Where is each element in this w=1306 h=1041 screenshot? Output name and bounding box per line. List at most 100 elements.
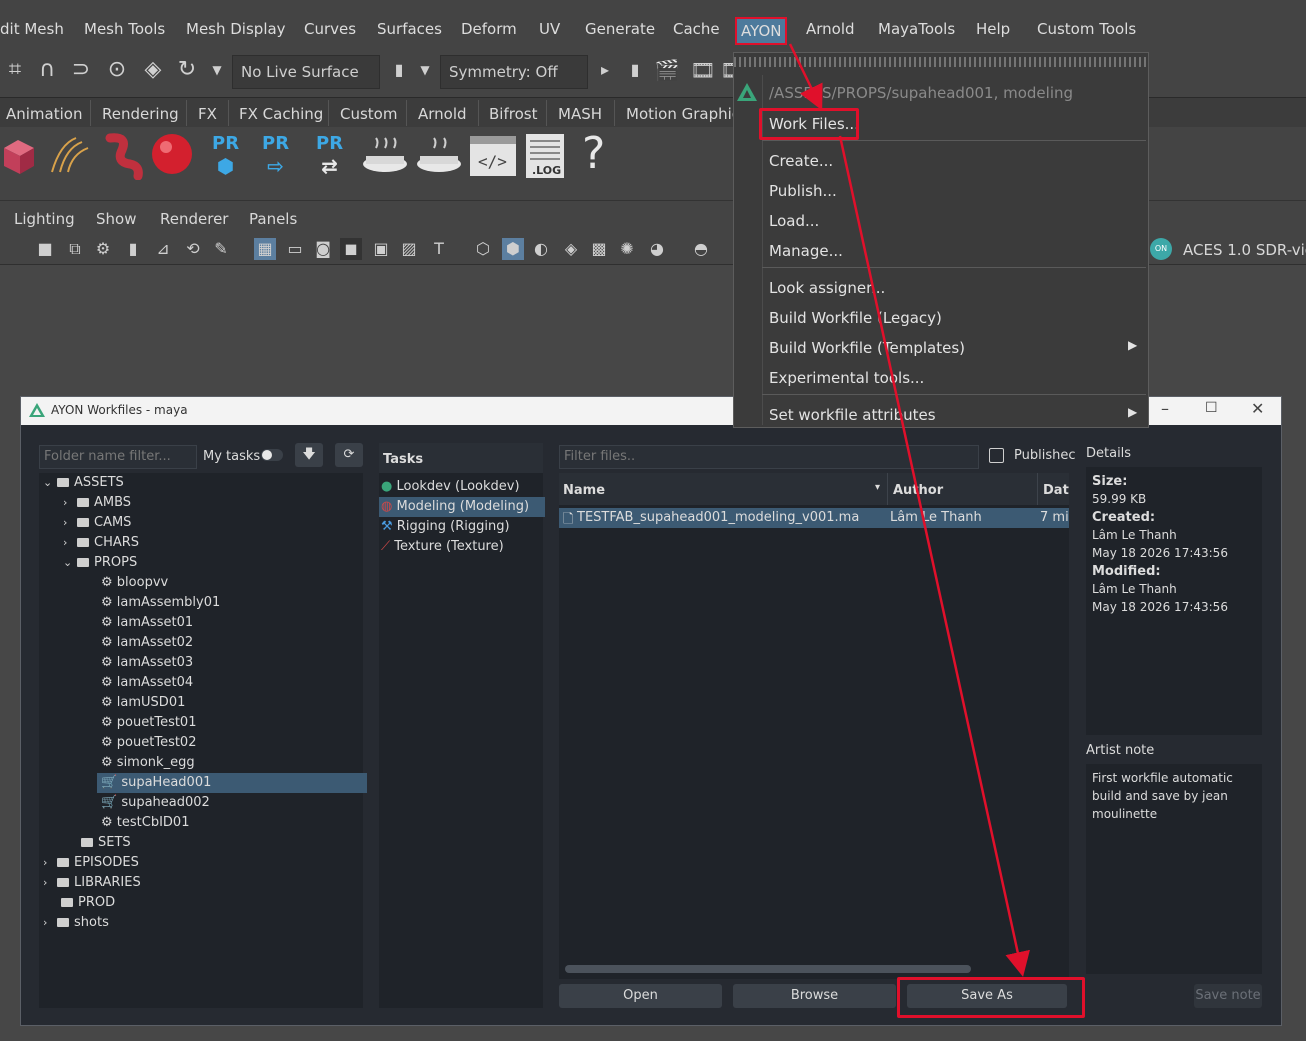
folder-tree[interactable]: ⌄ ASSETS › AMBS › CAMS › CHARS ⌄ PROPS ⚙ bloo… — [39, 473, 367, 1008]
menu-arnold[interactable]: Arnold — [806, 20, 855, 38]
panel-menu-panels[interactable]: Panels — [249, 210, 297, 228]
script-editor-icon[interactable]: </> — [468, 134, 518, 178]
menu-item-build-workfile-legacy[interactable]: Build Workfile (Legacy) — [769, 309, 942, 327]
menu-item-load[interactable]: Load... — [769, 212, 819, 230]
tree-item-asset[interactable]: ⚙ lamAsset01 — [101, 613, 193, 633]
live-surface-field[interactable]: No Live Surface — [232, 55, 380, 89]
save-note-button[interactable]: Save note — [1194, 984, 1262, 1008]
tree-item-episodes[interactable]: › EPISODES — [43, 853, 139, 873]
snake-shelf-icon[interactable] — [100, 132, 146, 180]
lights-icon[interactable]: ✺ — [616, 238, 638, 260]
render-view-icon[interactable]: 🎬 — [654, 57, 680, 83]
pr-export-icon[interactable]: PR ⇨ — [262, 133, 289, 178]
cube-shelf-icon[interactable] — [0, 134, 40, 178]
menu-item-experimental-tools[interactable]: Experimental tools... — [769, 369, 924, 387]
menu-item-set-workfile-attributes[interactable]: Set workfile attributes — [769, 406, 936, 424]
tree-item-asset[interactable]: ⚙ pouetTest01 — [101, 713, 196, 733]
shelf-tab-arnold[interactable]: Arnold — [418, 105, 467, 123]
color-space-label[interactable]: ACES 1.0 SDR-vid — [1183, 241, 1306, 259]
chevron-down-icon[interactable]: ⌄ — [43, 473, 57, 493]
folder-filter-input[interactable]: Folder name filter... — [39, 445, 197, 469]
tree-item-asset[interactable]: 🛒 supahead002 — [101, 793, 210, 813]
settings-gear-icon[interactable]: ⚙ — [92, 238, 114, 260]
field-chart-icon[interactable]: ▣ — [370, 238, 392, 260]
tree-item-cams[interactable]: › CAMS — [63, 513, 131, 533]
shelf-tab-animation[interactable]: Animation — [6, 105, 82, 123]
close-icon[interactable]: ✕ — [1251, 399, 1264, 418]
bookmark-icon[interactable]: ▮ — [122, 238, 144, 260]
wireframe-on-shaded-icon[interactable]: ◐ — [530, 238, 552, 260]
menu-item-build-workfile-templates[interactable]: Build Workfile (Templates) — [769, 339, 965, 357]
shelf-tab-mash[interactable]: MASH — [558, 105, 602, 123]
textured-icon[interactable]: ◈ — [560, 238, 582, 260]
snap-view-icon[interactable]: ⊙ — [104, 57, 130, 83]
menu-mesh-display[interactable]: Mesh Display — [186, 20, 286, 38]
bake-pie-alt-icon[interactable] — [414, 136, 464, 178]
menu-item-look-assigner[interactable]: Look assigner... — [769, 279, 885, 297]
tree-item-chars[interactable]: › CHARS — [63, 533, 139, 553]
sphere-shelf-icon[interactable] — [148, 132, 198, 180]
menu-edit-mesh[interactable]: dit Mesh — [0, 20, 64, 38]
shelf-tab-motion-graphics[interactable]: Motion Graphic — [626, 105, 740, 123]
camera-attributes-icon[interactable]: ⧉ — [64, 238, 86, 260]
my-tasks-toggle[interactable] — [261, 449, 283, 461]
tear-off-handle[interactable] — [734, 57, 1148, 67]
chevron-right-icon[interactable]: › — [63, 493, 77, 513]
browse-button[interactable]: Browse — [733, 984, 896, 1008]
symmetry-field[interactable]: Symmetry: Off — [440, 55, 588, 89]
chevron-down-icon[interactable]: ⌄ — [63, 553, 77, 573]
chevron-down-icon[interactable]: ▼ — [204, 57, 230, 83]
text-icon[interactable]: T — [428, 238, 450, 260]
artist-note-textarea[interactable]: First workfile automatic build and save … — [1086, 764, 1262, 974]
chevron-right-icon[interactable]: › — [43, 853, 57, 873]
tree-item-ambs[interactable]: › AMBS — [63, 493, 131, 513]
snap-grid-icon[interactable]: ⌗ — [2, 57, 28, 83]
tree-item-asset[interactable]: ⚙ testCbID01 — [101, 813, 189, 833]
tree-item-asset[interactable]: ⚙ pouetTest02 — [101, 733, 196, 753]
task-item-lookdev[interactable]: ● Lookdev (Lookdev) — [381, 477, 520, 497]
horizontal-scrollbar[interactable] — [565, 965, 971, 973]
tree-item-asset[interactable]: ⚙ bloopvv — [101, 573, 168, 593]
film-gate-icon[interactable]: ▭ — [284, 238, 306, 260]
shelf-tab-bifrost[interactable]: Bifrost — [489, 105, 537, 123]
shelf-tab-fx-caching[interactable]: FX Caching — [239, 105, 323, 123]
column-header-author[interactable]: Author — [893, 483, 943, 498]
tree-item-asset[interactable]: ⚙ lamUSD01 — [101, 693, 185, 713]
menu-item-create[interactable]: Create... — [769, 152, 833, 170]
panel-menu-lighting[interactable]: Lighting — [14, 210, 75, 228]
menu-surfaces[interactable]: Surfaces — [377, 20, 442, 38]
menu-deform[interactable]: Deform — [461, 20, 517, 38]
arrow-down-button[interactable]: 🡇 — [295, 443, 323, 467]
file-row-selected[interactable]: 🗋 TESTFAB_supahead001_modeling_v001.ma L… — [559, 508, 1069, 528]
menu-curves[interactable]: Curves — [304, 20, 356, 38]
tree-item-asset[interactable]: ⚙ simonk_egg — [101, 753, 195, 773]
tree-item-asset[interactable]: ⚙ lamAsset04 — [101, 673, 193, 693]
tree-item-prod[interactable]: PROD — [61, 893, 115, 913]
shadows-icon[interactable]: ◕ — [646, 238, 668, 260]
menu-ayon[interactable]: AYON — [735, 17, 788, 45]
menu-mayatools[interactable]: MayaTools — [878, 20, 955, 38]
tree-item-asset-selected[interactable]: 🛒 supaHead001 — [97, 773, 367, 793]
menu-item-publish[interactable]: Publish... — [769, 182, 837, 200]
tree-item-libraries[interactable]: › LIBRARIES — [43, 873, 141, 893]
snap-curve-icon[interactable]: ∩ — [34, 57, 60, 83]
tree-item-assets[interactable]: ⌄ ASSETS — [43, 473, 124, 493]
task-item-rigging[interactable]: ⚒ Rigging (Rigging) — [381, 517, 510, 537]
image-plane-icon[interactable]: ⊿ — [152, 238, 174, 260]
camera-icon[interactable]: ■ — [34, 238, 56, 260]
bake-pie-icon[interactable] — [360, 136, 410, 178]
tree-item-sets[interactable]: SETS — [81, 833, 131, 853]
menu-custom-tools[interactable]: Custom Tools — [1037, 20, 1136, 38]
safe-action-icon[interactable]: ▨ — [398, 238, 420, 260]
pr-publish-icon[interactable]: PR ⬢ — [212, 133, 239, 178]
column-header-date[interactable]: Date — [1043, 483, 1069, 498]
expand-icon[interactable]: ▸ — [592, 57, 618, 83]
checker-icon[interactable]: ▩ — [588, 238, 610, 260]
tree-item-asset[interactable]: ⚙ lamAsset02 — [101, 633, 193, 653]
files-filter-input[interactable]: Filter files.. — [559, 445, 979, 469]
hair-shelf-icon[interactable] — [46, 134, 92, 178]
shelf-tab-rendering[interactable]: Rendering — [102, 105, 179, 123]
pencil-icon[interactable]: ✎ — [210, 238, 232, 260]
task-item-modeling-selected[interactable]: ◍ Modeling (Modeling) — [379, 497, 545, 517]
published-checkbox[interactable] — [989, 448, 1004, 463]
